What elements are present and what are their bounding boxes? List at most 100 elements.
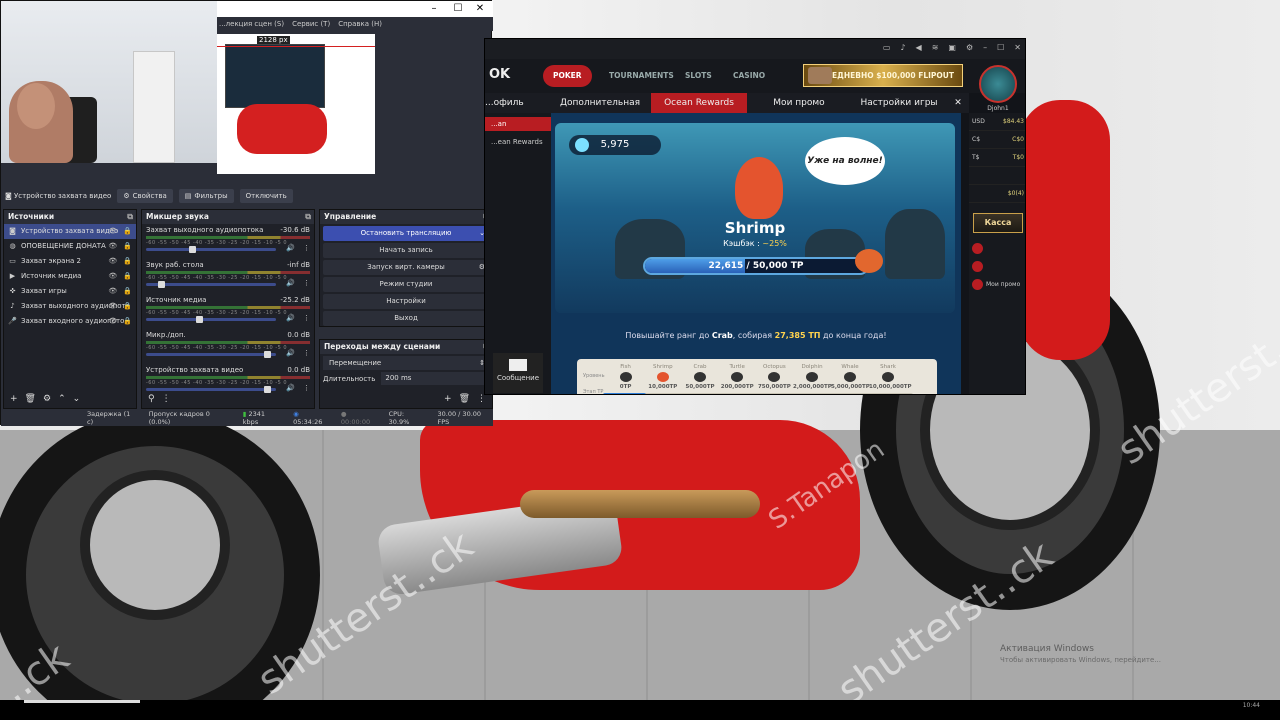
menu-scene-collection[interactable]: ...лекция сцен (S): [219, 17, 284, 31]
minimize-icon[interactable]: –: [983, 43, 987, 52]
speaker-icon[interactable]: 🔊: [286, 279, 295, 287]
message-button[interactable]: Сообщение: [493, 353, 543, 393]
more-icon[interactable]: ⋮: [303, 314, 310, 322]
add-source-icon[interactable]: +: [10, 394, 18, 404]
left-item-ocean[interactable]: ...an: [485, 117, 551, 131]
eye-icon[interactable]: 👁: [108, 269, 117, 284]
menu-help[interactable]: Справка (H): [338, 17, 382, 31]
close-icon[interactable]: ✕: [1014, 43, 1021, 52]
virtual-camera-button[interactable]: Запуск вирт. камеры ⚙: [323, 260, 489, 275]
avatar[interactable]: [979, 65, 1017, 103]
eye-icon[interactable]: 👁: [108, 299, 117, 314]
monitor-icon[interactable]: ▣: [948, 43, 956, 52]
gear-icon[interactable]: ⚙: [966, 43, 973, 52]
mic-icon[interactable]: ♪: [900, 43, 905, 52]
lock-icon[interactable]: 🔒: [123, 299, 132, 314]
volume-slider[interactable]: [146, 316, 276, 323]
volume-slider[interactable]: [146, 246, 276, 253]
source-item[interactable]: ▭ Захват экрана 2 👁 🔒: [4, 254, 136, 269]
more-icon[interactable]: ⋮: [303, 349, 310, 357]
transition-select[interactable]: Перемещение ⇕: [323, 356, 489, 370]
source-item[interactable]: ▶ Источник медиа 👁 🔒: [4, 269, 136, 284]
lock-icon[interactable]: 🔒: [123, 284, 132, 299]
duration-input[interactable]: 200 ms: [381, 372, 489, 385]
remove-source-icon[interactable]: 🗑: [25, 394, 36, 404]
eye-icon[interactable]: 👁: [108, 314, 117, 329]
rank-name: Whale: [841, 364, 859, 370]
cashier-button[interactable]: Касса: [973, 213, 1023, 233]
lock-icon[interactable]: 🔒: [123, 269, 132, 284]
settings-button[interactable]: Настройки: [323, 294, 489, 309]
volume-icon[interactable]: ◀: [916, 43, 922, 52]
source-item[interactable]: 🎤 Захват входного аудиопото 👁 🔒: [4, 314, 136, 329]
properties-button[interactable]: ⚙ Свойства: [117, 189, 173, 203]
speaker-icon[interactable]: 🔊: [286, 244, 295, 252]
right-item-my-promos[interactable]: Мои промо: [969, 275, 1025, 293]
tab-casino[interactable]: CASINO: [723, 65, 775, 87]
more-icon[interactable]: ⋮: [303, 279, 310, 287]
tab-poker[interactable]: POKER: [543, 65, 592, 87]
move-down-icon[interactable]: ⌄: [73, 394, 81, 404]
studio-mode-button[interactable]: Режим студии: [323, 277, 489, 292]
taskbar-active-app[interactable]: [24, 700, 140, 703]
more-icon[interactable]: ⋮: [477, 394, 486, 404]
speaker-icon[interactable]: 🔊: [286, 314, 295, 322]
lock-icon[interactable]: 🔒: [123, 224, 132, 239]
tab-tournaments[interactable]: TOURNAMENTS: [599, 65, 684, 87]
remove-transition-icon[interactable]: 🗑: [459, 394, 470, 404]
lock-icon[interactable]: 🔒: [123, 239, 132, 254]
add-transition-icon[interactable]: +: [444, 394, 452, 404]
tab-slots[interactable]: SLOTS: [675, 65, 722, 87]
menu-tools[interactable]: Сервис (T): [292, 17, 330, 31]
eye-icon[interactable]: 👁: [108, 224, 117, 239]
source-settings-icon[interactable]: ⚙: [43, 394, 51, 404]
more-icon[interactable]: ⋮: [303, 244, 310, 252]
volume-slider[interactable]: [146, 281, 276, 288]
promo-banner[interactable]: ЕЖЕДНЕВНО $100,000 FLIPOUT: [803, 64, 963, 87]
maximize-icon[interactable]: ☐: [997, 43, 1004, 52]
link-icon[interactable]: ⚲: [148, 394, 155, 404]
left-item-ocean-rewards[interactable]: ...ean Rewards: [485, 135, 551, 149]
slider-handle[interactable]: [158, 281, 165, 288]
source-item[interactable]: ◙ Устройство захвата видео 👁 🔒: [4, 224, 136, 239]
tab-ocean-rewards[interactable]: Ocean Rewards: [651, 93, 747, 113]
exit-button[interactable]: Выход: [323, 311, 489, 326]
lock-icon[interactable]: 🔒: [123, 254, 132, 269]
chat-icon[interactable]: ▭: [883, 43, 891, 52]
tab-extra-bet[interactable]: Дополнительная ставка: [547, 93, 653, 128]
right-item-promo-1[interactable]: [969, 239, 1025, 257]
volume-slider[interactable]: [146, 351, 276, 358]
eye-icon[interactable]: 👁: [108, 254, 117, 269]
source-item[interactable]: ◍ ОПОВЕЩЕНИЕ ДОНАТА 👁 🔒: [4, 239, 136, 254]
more-icon[interactable]: ⋮: [162, 394, 171, 404]
obs-canvas-preview[interactable]: 2128 px: [217, 34, 375, 174]
filters-button[interactable]: ▤ Фильтры: [178, 189, 234, 203]
lock-icon[interactable]: 🔒: [123, 314, 132, 329]
tab-my-promos[interactable]: Мои промо: [755, 93, 843, 113]
gem-counter: 5,975: [569, 135, 661, 155]
tab-game-settings[interactable]: Настройки игры: [851, 93, 947, 113]
slider-handle[interactable]: [189, 246, 196, 253]
eye-icon[interactable]: 👁: [108, 284, 117, 299]
stop-stream-button[interactable]: Остановить трансляцию ⌄: [323, 226, 489, 241]
minimize-icon[interactable]: –: [423, 1, 445, 17]
currency-label: T$: [972, 154, 980, 161]
eye-icon[interactable]: 👁: [108, 239, 117, 254]
undock-icon[interactable]: ⧉: [305, 210, 311, 224]
source-item[interactable]: ✜ Захват игры 👁 🔒: [4, 284, 136, 299]
source-item[interactable]: ♪ Захват выходного аудиопото 👁 🔒: [4, 299, 136, 314]
start-record-button[interactable]: Начать запись: [323, 243, 489, 258]
undock-icon[interactable]: ⧉: [127, 210, 133, 224]
slider-handle[interactable]: [196, 316, 203, 323]
tab-profile[interactable]: ...офиль: [485, 93, 524, 113]
slider-handle[interactable]: [264, 351, 271, 358]
move-up-icon[interactable]: ⌃: [58, 394, 66, 404]
maximize-icon[interactable]: ☐: [447, 1, 469, 17]
speaker-icon[interactable]: 🔊: [286, 349, 295, 357]
brand-logo[interactable]: OK: [489, 67, 510, 82]
right-item-promo-2[interactable]: [969, 257, 1025, 275]
disable-button[interactable]: Отключить: [239, 189, 293, 203]
close-icon[interactable]: ✕: [469, 1, 491, 17]
close-icon[interactable]: ✕: [951, 93, 965, 113]
taskbar-clock: 10:44: [1242, 702, 1260, 709]
